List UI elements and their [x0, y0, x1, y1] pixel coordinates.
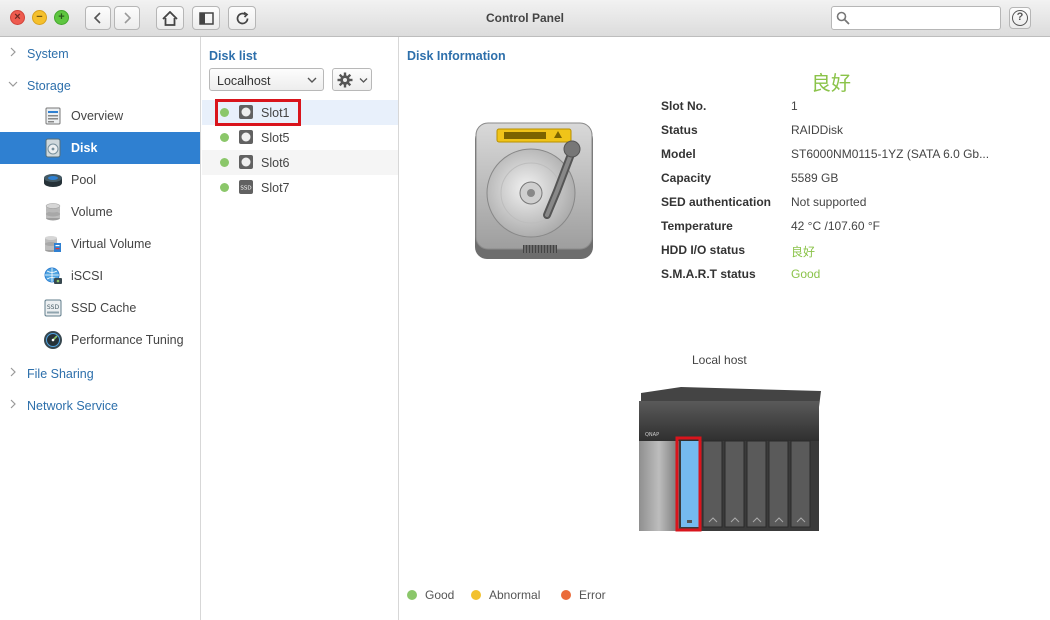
disk-slot-7[interactable]: SSD Slot7 — [202, 175, 398, 200]
search-icon — [836, 11, 850, 25]
virtual-volume-icon — [45, 236, 61, 252]
chevron-left-icon — [93, 12, 101, 24]
host-select[interactable]: Localhost — [209, 68, 324, 91]
refresh-button[interactable] — [228, 6, 256, 30]
close-window-button[interactable]: × — [10, 10, 25, 25]
sidebar-item-performance-tuning[interactable]: Performance Tuning — [0, 324, 200, 356]
info-row-hdd-io-status: HDD I/O status 良好 — [661, 243, 816, 259]
disk-slot-5[interactable]: Slot5 — [202, 125, 398, 150]
toggle-sidebar-button[interactable] — [192, 6, 220, 30]
status-dot-error — [561, 590, 571, 600]
nas-device-illustration: QNAP — [639, 387, 821, 532]
sidebar-category-storage[interactable]: Storage — [0, 71, 200, 99]
sidebar-toggle-icon — [198, 11, 214, 25]
minus-icon: − — [36, 11, 43, 23]
svg-text:SSD: SSD — [47, 304, 60, 311]
chevron-right-icon — [10, 47, 16, 57]
sidebar-item-volume[interactable]: Volume — [0, 196, 200, 228]
sidebar-item-iscsi[interactable]: iSCSI — [0, 260, 200, 292]
volume-icon — [45, 203, 61, 221]
performance-tuning-icon — [44, 331, 62, 349]
refresh-icon — [236, 11, 248, 24]
minimize-window-button[interactable]: − — [32, 10, 47, 25]
chevron-right-icon — [10, 367, 16, 377]
title-bar: × − + Control Panel ? — [0, 0, 1050, 37]
chevron-right-icon — [10, 399, 16, 409]
disk-list-panel: Disk list Localhost Slot1 Slot5 Slot6 SS… — [201, 37, 399, 620]
nas-brand: QNAP — [645, 432, 659, 438]
close-icon: × — [14, 11, 21, 23]
ssd-cache-icon: SSD — [44, 299, 62, 317]
sidebar-category-label: Network Service — [27, 399, 118, 413]
status-dot-abnormal — [471, 590, 481, 600]
forward-button[interactable] — [114, 6, 140, 30]
overview-icon — [45, 107, 61, 125]
info-row-model: Model ST6000NM0115-1YZ (SATA 6.0 Gb... — [661, 147, 990, 161]
chevron-right-icon — [124, 12, 132, 24]
sidebar-category-file-sharing[interactable]: File Sharing — [0, 359, 200, 387]
info-row-temperature: Temperature 42 °C /107.60 °F — [661, 219, 880, 233]
status-dot-good — [407, 590, 417, 600]
maximize-window-button[interactable]: + — [54, 10, 69, 25]
sidebar-item-overview[interactable]: Overview — [0, 100, 200, 132]
back-button[interactable] — [85, 6, 111, 30]
hard-drive-illustration — [475, 122, 593, 259]
plus-icon: + — [58, 11, 65, 23]
disk-icon — [45, 138, 61, 158]
disk-slot-6[interactable]: Slot6 — [202, 150, 398, 175]
status-dot-good — [220, 183, 229, 192]
search-input[interactable] — [852, 9, 997, 27]
status-dot-good — [220, 158, 229, 167]
info-row-capacity: Capacity 5589 GB — [661, 171, 839, 185]
sidebar-category-label: Storage — [27, 79, 71, 93]
disk-list-title: Disk list — [209, 49, 257, 63]
iscsi-icon — [44, 267, 62, 284]
hdd-icon — [239, 130, 253, 144]
sidebar-item-ssd-cache[interactable]: SSD SSD Cache — [0, 292, 200, 324]
help-button[interactable]: ? — [1009, 7, 1031, 29]
gear-icon — [337, 72, 353, 88]
sidebar-category-network-service[interactable]: Network Service — [0, 391, 200, 419]
disk-actions-button[interactable] — [332, 68, 372, 91]
home-icon — [162, 10, 178, 26]
ssd-icon: SSD — [239, 180, 253, 194]
info-row-smart-status: S.M.A.R.T status Good — [661, 267, 821, 281]
search-box[interactable] — [831, 6, 1001, 30]
chevron-down-icon — [8, 81, 18, 87]
sidebar-category-label: System — [27, 47, 69, 61]
disk-status-headline: 良好 — [811, 71, 851, 95]
nas-label: Local host — [692, 353, 747, 367]
selected-slot-highlight — [215, 99, 301, 126]
info-row-sed-authentication: SED authentication Not supported — [661, 195, 867, 209]
sidebar: System Storage Overview Disk Pool Volume… — [0, 37, 201, 620]
chevron-down-icon — [307, 77, 317, 83]
info-row-status: Status RAIDDisk — [661, 123, 844, 137]
help-icon: ? — [1012, 10, 1028, 26]
home-button[interactable] — [156, 6, 184, 30]
chevron-down-icon — [359, 78, 368, 83]
host-select-value: Localhost — [217, 74, 271, 88]
ssd-badge: SSD — [240, 186, 251, 192]
disk-information-panel: Disk Information 良好 Slot No. 1 Status RAID… — [399, 37, 1050, 620]
sidebar-category-system[interactable]: System — [0, 39, 200, 67]
sidebar-item-pool[interactable]: Pool — [0, 164, 200, 196]
status-dot-good — [220, 133, 229, 142]
sidebar-category-label: File Sharing — [27, 367, 94, 381]
hdd-icon — [239, 155, 253, 169]
disk-information-title: Disk Information — [407, 49, 506, 63]
sidebar-item-virtual-volume[interactable]: Virtual Volume — [0, 228, 200, 260]
pool-icon — [44, 174, 62, 187]
sidebar-item-disk[interactable]: Disk — [0, 132, 200, 164]
info-row-slot-no: Slot No. 1 — [661, 99, 798, 113]
